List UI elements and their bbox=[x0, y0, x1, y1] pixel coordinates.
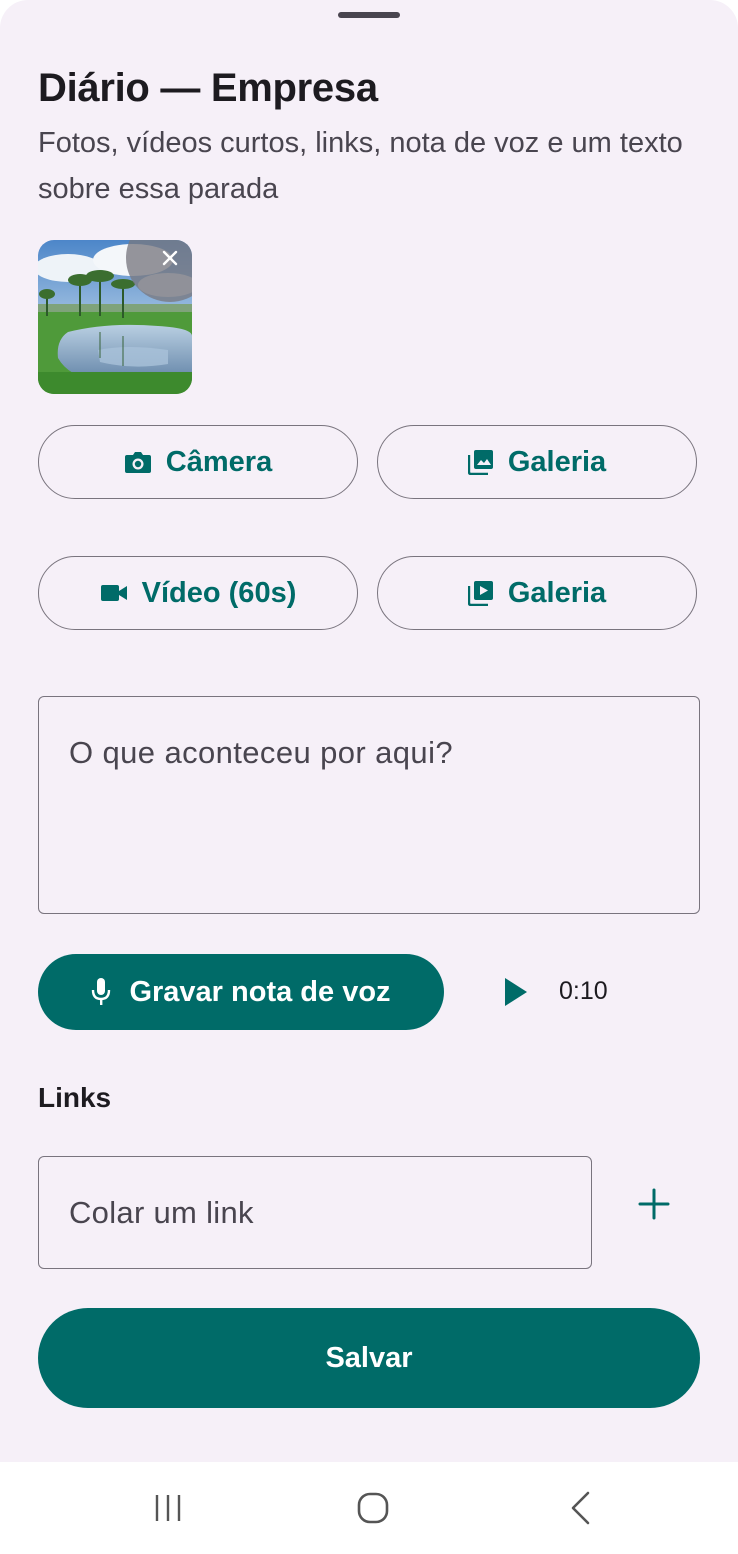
sheet-subtitle: Fotos, vídeos curtos, links, nota de voz… bbox=[38, 127, 683, 205]
play-voice-note-button[interactable] bbox=[498, 974, 534, 1010]
video-gallery-button-label: Galeria bbox=[507, 576, 607, 609]
camera-icon bbox=[124, 450, 152, 474]
photo-thumbnail[interactable] bbox=[38, 240, 192, 394]
mic-icon bbox=[91, 977, 111, 1007]
back-icon bbox=[571, 1491, 590, 1525]
video-gallery-button[interactable]: Galeria bbox=[377, 556, 697, 630]
photo-gallery-button-label: Galeria bbox=[507, 445, 607, 478]
record-video-button[interactable]: Vídeo (60s) bbox=[38, 556, 358, 630]
photo-library-icon bbox=[467, 449, 494, 475]
drag-handle[interactable] bbox=[338, 12, 400, 18]
close-icon bbox=[162, 250, 178, 266]
record-video-button-label: Vídeo (60s) bbox=[141, 576, 297, 609]
recent-apps-button[interactable] bbox=[128, 1462, 208, 1554]
video-library-icon bbox=[467, 580, 494, 606]
record-voice-note-button[interactable]: Gravar nota de voz bbox=[38, 954, 444, 1030]
camera-button-label: Câmera bbox=[165, 445, 273, 478]
links-section-label: Links bbox=[38, 1082, 112, 1113]
bottom-sheet: Diário — Empresa Fotos, vídeos curtos, l… bbox=[0, 0, 738, 1462]
save-button[interactable]: Salvar bbox=[38, 1308, 700, 1408]
link-input[interactable]: Colar um link bbox=[38, 1156, 592, 1269]
note-textarea[interactable]: O que aconteceu por aqui? bbox=[38, 696, 700, 914]
play-icon bbox=[505, 978, 527, 1006]
link-input-placeholder: Colar um link bbox=[69, 1195, 254, 1230]
home-icon bbox=[357, 1492, 389, 1524]
home-button[interactable] bbox=[333, 1462, 413, 1554]
sheet-title: Diário — Empresa bbox=[38, 66, 378, 110]
recent-apps-icon bbox=[155, 1495, 181, 1521]
add-link-button[interactable] bbox=[636, 1186, 672, 1222]
back-button[interactable] bbox=[540, 1462, 620, 1554]
videocam-icon bbox=[100, 583, 128, 603]
camera-button[interactable]: Câmera bbox=[38, 425, 358, 499]
plus-icon bbox=[638, 1188, 670, 1220]
record-voice-note-label: Gravar nota de voz bbox=[129, 975, 391, 1008]
voice-note-duration: 0:10 bbox=[559, 977, 608, 1005]
system-navigation-bar bbox=[0, 1462, 738, 1554]
photo-gallery-button[interactable]: Galeria bbox=[377, 425, 697, 499]
note-placeholder: O que aconteceu por aqui? bbox=[69, 735, 453, 770]
